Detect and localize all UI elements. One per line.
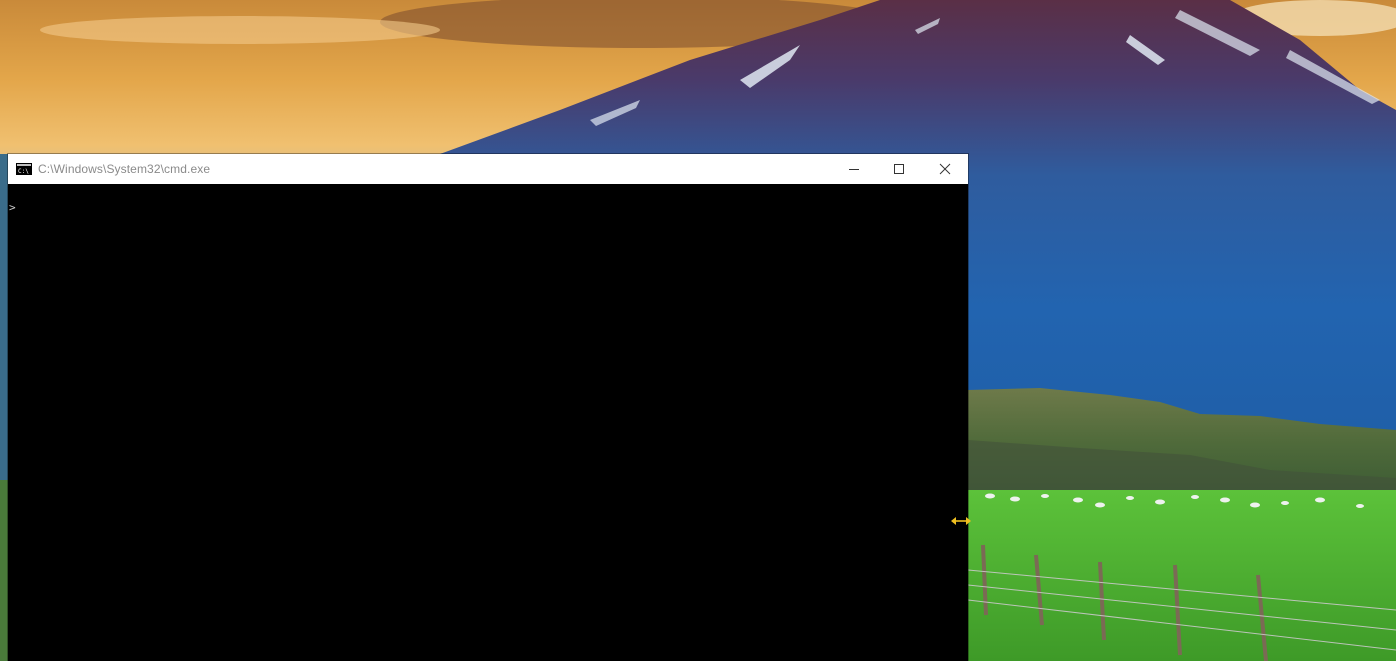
desktop: C:\ C:\Windows\System32\cmd.exe > bbox=[0, 0, 1396, 661]
minimize-button[interactable] bbox=[831, 154, 877, 184]
horizontal-resize-cursor-icon bbox=[951, 517, 971, 525]
console-prompt: > bbox=[9, 201, 16, 214]
maximize-icon bbox=[894, 164, 904, 174]
close-button[interactable] bbox=[922, 154, 968, 184]
title-bar[interactable]: C:\ C:\Windows\System32\cmd.exe bbox=[8, 154, 968, 184]
console-output[interactable]: > bbox=[8, 184, 968, 661]
minimize-icon bbox=[849, 169, 859, 170]
svg-text:C:\: C:\ bbox=[18, 168, 29, 175]
cmd-icon: C:\ bbox=[16, 163, 32, 175]
cmd-window[interactable]: C:\ C:\Windows\System32\cmd.exe > bbox=[8, 154, 968, 661]
window-title: C:\Windows\System32\cmd.exe bbox=[38, 162, 211, 176]
maximize-button[interactable] bbox=[876, 154, 922, 184]
close-icon bbox=[939, 163, 951, 175]
